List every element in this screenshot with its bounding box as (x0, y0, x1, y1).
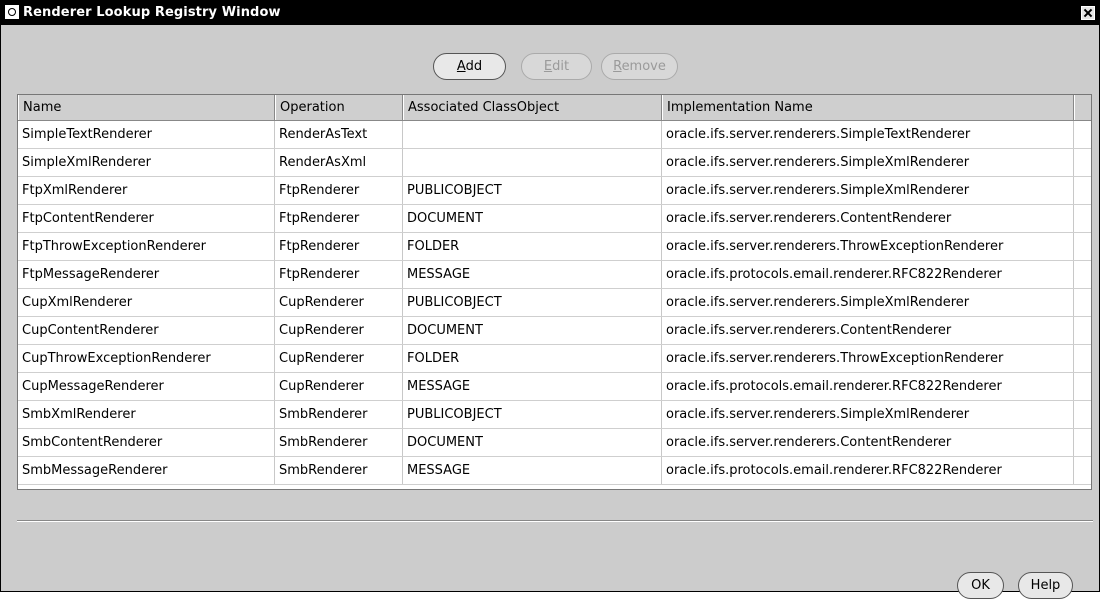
cell-name: FtpThrowExceptionRenderer (18, 233, 275, 260)
table-row[interactable]: CupXmlRenderer CupRenderer PUBLICOBJECT ora… (18, 289, 1091, 317)
cell-associated-classobject: DOCUMENT (403, 205, 662, 232)
edit-button[interactable]: Edit (521, 53, 592, 80)
remove-button[interactable]: Remove (601, 53, 678, 80)
cell-operation: CupRenderer (275, 317, 403, 344)
column-header-associated-classobject[interactable]: Associated ClassObject (403, 95, 662, 120)
cell-name: FtpXmlRenderer (18, 177, 275, 204)
cell-name: CupThrowExceptionRenderer (18, 345, 275, 372)
cell-name: SmbContentRenderer (18, 429, 275, 456)
cell-implementation-name: oracle.ifs.protocols.email.renderer.RFC8… (662, 373, 1074, 400)
cell-implementation-name: oracle.ifs.server.renderers.ContentRende… (662, 205, 1074, 232)
help-button[interactable]: Help (1018, 572, 1073, 599)
cell-name: SimpleXmlRenderer (18, 149, 275, 176)
cell-implementation-name: oracle.ifs.server.renderers.SimpleXmlRen… (662, 149, 1074, 176)
cell-implementation-name: oracle.ifs.protocols.email.renderer.RFC8… (662, 457, 1074, 484)
close-icon[interactable] (1081, 6, 1095, 20)
cell-name: SimpleTextRenderer (18, 121, 275, 148)
cell-associated-classobject: FOLDER (403, 345, 662, 372)
cell-associated-classobject: DOCUMENT (403, 429, 662, 456)
cell-operation: CupRenderer (275, 373, 403, 400)
renderer-lookup-registry-window: Renderer Lookup Registry Window Add Edit… (0, 0, 1100, 599)
cell-operation: FtpRenderer (275, 261, 403, 288)
cell-implementation-name: oracle.ifs.server.renderers.SimpleXmlRen… (662, 289, 1074, 316)
table-row[interactable]: CupMessageRenderer CupRenderer MESSAGE orac… (18, 373, 1091, 401)
cell-associated-classobject (403, 149, 662, 176)
cell-operation: FtpRenderer (275, 233, 403, 260)
cell-operation: SmbRenderer (275, 401, 403, 428)
cell-associated-classobject: FOLDER (403, 233, 662, 260)
cell-implementation-name: oracle.ifs.protocols.email.renderer.RFC8… (662, 261, 1074, 288)
table-header: Name Operation Associated ClassObject Im… (18, 95, 1091, 121)
cell-operation: FtpRenderer (275, 205, 403, 232)
cell-implementation-name: oracle.ifs.server.renderers.ThrowExcepti… (662, 233, 1074, 260)
cell-associated-classobject: MESSAGE (403, 261, 662, 288)
cell-name: FtpContentRenderer (18, 205, 275, 232)
cell-implementation-name: oracle.ifs.server.renderers.SimpleTextRe… (662, 121, 1074, 148)
cell-name: SmbMessageRenderer (18, 457, 275, 484)
cell-name: CupMessageRenderer (18, 373, 275, 400)
table-row[interactable]: CupContentRenderer CupRenderer DOCUMENT ora… (18, 317, 1091, 345)
column-header-name[interactable]: Name (18, 95, 275, 120)
cell-implementation-name: oracle.ifs.server.renderers.ThrowExcepti… (662, 345, 1074, 372)
cell-name: CupXmlRenderer (18, 289, 275, 316)
edit-button-mnemonic: E (543, 59, 553, 74)
cell-associated-classobject (403, 121, 662, 148)
cell-associated-classobject: MESSAGE (403, 373, 662, 400)
table-row[interactable]: FtpContentRenderer FtpRenderer DOCUMENT ora… (18, 205, 1091, 233)
table-row[interactable]: CupThrowExceptionRenderer CupRenderer FOLD… (18, 345, 1091, 373)
cell-name: FtpMessageRenderer (18, 261, 275, 288)
ok-button[interactable]: OK (957, 572, 1004, 599)
add-button-label: dd (465, 59, 483, 74)
cell-implementation-name: oracle.ifs.server.renderers.ContentRende… (662, 429, 1074, 456)
cell-operation: CupRenderer (275, 345, 403, 372)
cell-operation: SmbRenderer (275, 429, 403, 456)
title-bar: Renderer Lookup Registry Window (1, 1, 1099, 25)
cell-operation: FtpRenderer (275, 177, 403, 204)
table-row[interactable]: SimpleXmlRenderer RenderAsXml oracle.ifs.s… (18, 149, 1091, 177)
cell-implementation-name: oracle.ifs.server.renderers.SimpleXmlRen… (662, 177, 1074, 204)
add-button-mnemonic: A (456, 59, 466, 74)
table-row[interactable]: SmbXmlRenderer SmbRenderer PUBLICOBJECT ora… (18, 401, 1091, 429)
window-title: Renderer Lookup Registry Window (23, 5, 281, 20)
cell-associated-classobject: PUBLICOBJECT (403, 401, 662, 428)
add-button[interactable]: Add (433, 53, 506, 80)
remove-button-label: emove (621, 59, 666, 74)
cell-associated-classobject: DOCUMENT (403, 317, 662, 344)
table-row[interactable]: FtpMessageRenderer FtpRenderer MESSAGE orac… (18, 261, 1091, 289)
table-row[interactable]: FtpThrowExceptionRenderer FtpRenderer FOLD… (18, 233, 1091, 261)
cell-name: SmbXmlRenderer (18, 401, 275, 428)
edit-button-label: dit (552, 59, 570, 74)
cell-associated-classobject: PUBLICOBJECT (403, 289, 662, 316)
app-icon (5, 5, 19, 19)
cell-associated-classobject: MESSAGE (403, 457, 662, 484)
column-header-implementation-name[interactable]: Implementation Name (662, 95, 1074, 120)
cell-implementation-name: oracle.ifs.server.renderers.ContentRende… (662, 317, 1074, 344)
column-header-filler (1074, 95, 1091, 120)
cell-operation: CupRenderer (275, 289, 403, 316)
cell-operation: RenderAsText (275, 121, 403, 148)
cell-operation: SmbRenderer (275, 457, 403, 484)
column-header-operation[interactable]: Operation (275, 95, 403, 120)
cell-name: CupContentRenderer (18, 317, 275, 344)
separator (17, 520, 1093, 522)
table-row[interactable]: SmbMessageRenderer SmbRenderer MESSAGE orac… (18, 457, 1091, 485)
table-row[interactable]: FtpXmlRenderer FtpRenderer PUBLICOBJECT ora… (18, 177, 1091, 205)
table-row[interactable]: SmbContentRenderer SmbRenderer DOCUMENT ora… (18, 429, 1091, 457)
remove-button-mnemonic: R (613, 59, 622, 74)
cell-operation: RenderAsXml (275, 149, 403, 176)
cell-implementation-name: oracle.ifs.server.renderers.SimpleXmlRen… (662, 401, 1074, 428)
renderer-table: Name Operation Associated ClassObject Im… (17, 94, 1092, 490)
table-row[interactable]: SimpleTextRenderer RenderAsText oracle.ifs… (18, 121, 1091, 149)
cell-associated-classobject: PUBLICOBJECT (403, 177, 662, 204)
